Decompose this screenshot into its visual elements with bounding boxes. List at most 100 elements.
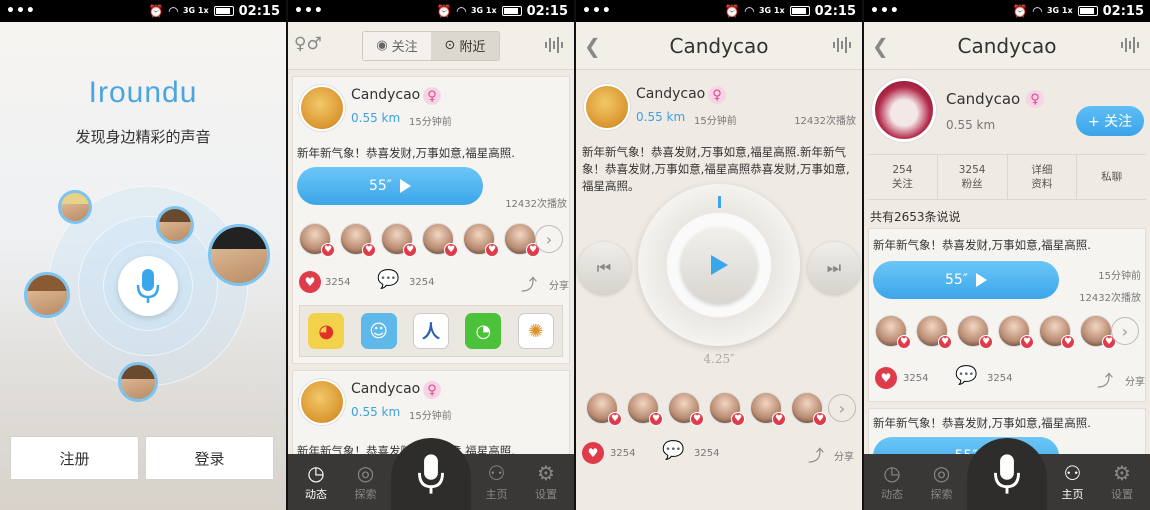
liker-avatar[interactable]: ♥ (1039, 315, 1075, 349)
liker-avatar[interactable]: ♥ (504, 223, 540, 257)
avatar[interactable] (208, 224, 270, 286)
play-count: 12432次播放 (505, 199, 567, 210)
like-button[interactable]: ♥ (299, 271, 321, 293)
tab-nearby[interactable]: ⊙ 附近 (431, 31, 499, 60)
tab-settings[interactable]: ⚙ 设置 (522, 454, 570, 510)
login-button[interactable]: 登录 (145, 436, 274, 480)
liker-avatar[interactable]: ♥ (668, 392, 704, 426)
liker-avatar[interactable]: ♥ (1080, 315, 1116, 349)
liker-avatar[interactable]: ♥ (381, 223, 417, 257)
heart-icon: ♥ (321, 243, 335, 257)
mic-icon (136, 269, 160, 303)
comment-icon[interactable]: 💬 (662, 440, 684, 461)
liker-list: ♥ ♥ ♥ ♥ ♥ ♥ (875, 315, 1116, 349)
previous-button[interactable]: ⏮ (578, 242, 630, 294)
tab-settings[interactable]: ⚙ 设置 (1098, 454, 1146, 510)
liker-avatar[interactable]: ♥ (709, 392, 745, 426)
more-likers-button[interactable]: › (828, 394, 856, 422)
liker-avatar[interactable]: ♥ (299, 223, 335, 257)
liker-avatar[interactable]: ♥ (750, 392, 786, 426)
liker-avatar[interactable]: ♥ (791, 392, 827, 426)
renren-icon[interactable]: 人 (412, 313, 449, 349)
avatar[interactable] (24, 272, 70, 318)
post-count: 共有2653条说说 (870, 210, 961, 224)
like-button[interactable]: ♥ (582, 442, 604, 464)
tab-feed[interactable]: ◷ 动态 (868, 454, 916, 510)
voice-play-button[interactable]: 55″ (297, 167, 483, 205)
app-logo: Iroundu (88, 76, 198, 109)
waveform-icon[interactable] (544, 36, 566, 54)
person-icon: ⚇ (1063, 460, 1082, 485)
like-count: 3254 (903, 373, 929, 384)
voice-play-button[interactable]: 55″ (873, 261, 1059, 299)
play-button[interactable] (681, 227, 757, 303)
share-label[interactable]: 分享 (1125, 373, 1145, 388)
username[interactable]: Candycao (636, 86, 705, 102)
clock-icon: ◷ (307, 460, 325, 485)
comment-icon[interactable]: 💬 (955, 365, 977, 386)
stat-label: 关注 (891, 178, 913, 190)
like-button[interactable]: ♥ (875, 367, 897, 389)
profile-avatar[interactable] (872, 78, 936, 142)
share-label[interactable]: 分享 (549, 277, 569, 292)
waveform-icon[interactable] (1120, 36, 1142, 54)
liker-avatar[interactable]: ♥ (422, 223, 458, 257)
liker-avatar[interactable]: ♥ (627, 392, 663, 426)
record-button[interactable] (391, 438, 471, 510)
liker-avatar[interactable]: ♥ (875, 315, 911, 349)
share-icon[interactable]: ⤴ (521, 271, 537, 295)
stat-message[interactable]: 私聊 (1077, 155, 1146, 199)
tab-label: 附近 (459, 40, 486, 55)
tab-following[interactable]: ◉ 关注 (363, 31, 431, 60)
follow-button[interactable]: + 关注 (1076, 106, 1144, 136)
share-icon[interactable]: ⤴ (1097, 367, 1113, 391)
username[interactable]: Candycao (351, 87, 420, 103)
tab-home[interactable]: ⚇ 主页 (1049, 454, 1097, 510)
back-icon[interactable]: ❮ (584, 34, 601, 58)
username[interactable]: Candycao (351, 381, 420, 397)
user-avatar[interactable] (299, 379, 345, 425)
tab-explore[interactable]: ◎ 探索 (918, 454, 966, 510)
post-text: 新年新气象！恭喜发财,万事如意,福星高照. (873, 416, 1091, 430)
heart-icon: ♥ (608, 412, 622, 426)
more-likers-button[interactable]: › (1111, 317, 1139, 345)
back-icon[interactable]: ❮ (872, 34, 889, 58)
qzone-icon[interactable]: ☺ (360, 313, 397, 349)
tab-feed[interactable]: ◷ 动态 (292, 454, 340, 510)
share-icon[interactable]: ⤴ (808, 442, 824, 466)
weibo-icon[interactable]: ◕ (308, 313, 345, 349)
gear-icon: ⚙ (1113, 460, 1131, 485)
more-likers-button[interactable]: › (535, 225, 563, 253)
comment-count: 3254 (987, 373, 1013, 384)
avatar[interactable] (118, 362, 158, 402)
gender-filter-icon[interactable]: ♀♂ (294, 34, 322, 54)
elapsed-time: 4.25″ (703, 352, 735, 366)
wechat-icon[interactable]: ◔ (465, 313, 502, 349)
user-avatar[interactable] (299, 85, 345, 131)
waveform-icon[interactable] (832, 36, 854, 54)
liker-avatar[interactable]: ♥ (463, 223, 499, 257)
stat-fans[interactable]: 3254 粉丝 (938, 155, 1008, 199)
liker-avatar[interactable]: ♥ (998, 315, 1034, 349)
player-screen: ••• ⏰ ◠ 3G 1x 02:15 ❮ Candycao Candycao ♀ 0… (576, 0, 862, 510)
register-button[interactable]: 注册 (10, 436, 139, 480)
liker-avatar[interactable]: ♥ (586, 392, 622, 426)
stat-details[interactable]: 详细 资料 (1008, 155, 1078, 199)
record-button[interactable] (118, 256, 178, 316)
tab-home[interactable]: ⚇ 主页 (473, 454, 521, 510)
share-label[interactable]: 分享 (834, 448, 854, 463)
tab-explore[interactable]: ◎ 探索 (342, 454, 390, 510)
liker-avatar[interactable]: ♥ (340, 223, 376, 257)
next-button[interactable]: ⏭ (808, 242, 860, 294)
network-indicator: 3G 1x (1046, 6, 1073, 15)
user-avatar[interactable] (584, 84, 630, 130)
fast-forward-icon: ⏭ (826, 258, 842, 277)
avatar[interactable] (58, 190, 92, 224)
comment-icon[interactable]: 💬 (377, 269, 399, 290)
record-button[interactable] (967, 438, 1047, 510)
liker-avatar[interactable]: ♥ (916, 315, 952, 349)
stat-following[interactable]: 254 关注 (868, 155, 938, 199)
avatar[interactable] (156, 206, 194, 244)
moments-icon[interactable]: ✺ (517, 313, 554, 349)
liker-avatar[interactable]: ♥ (957, 315, 993, 349)
